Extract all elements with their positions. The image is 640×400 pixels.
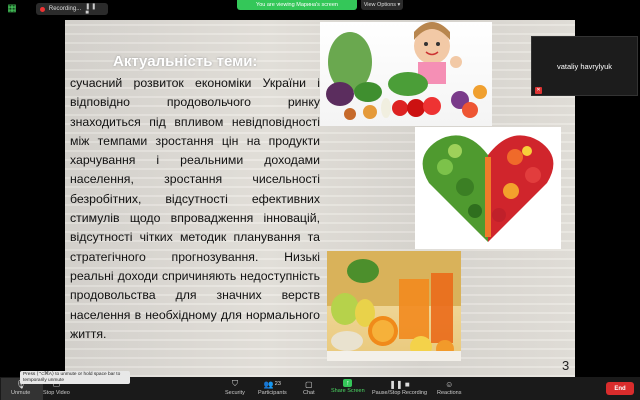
chat-label: Chat — [303, 390, 315, 396]
pause-stop-icon: ❚❚ ■ — [389, 379, 410, 389]
stop-video-label: Stop Video — [43, 390, 70, 396]
slide-page-number: 3 — [562, 358, 570, 373]
participants-label: Participants — [258, 390, 287, 396]
participants-count: 23 — [274, 381, 281, 387]
reactions-label: Reactions — [437, 390, 462, 396]
slide-title: Актуальність теми: — [113, 53, 258, 70]
slide-body-text: сучасний розвиток економіки України і ві… — [70, 76, 320, 341]
viewing-banner: You are viewing Марина's screen — [237, 0, 357, 10]
smiley-plus-icon: ☺ — [445, 379, 454, 389]
grid-icon[interactable]: ▦ — [6, 3, 18, 15]
participants-button[interactable]: 👥 23 Participants — [258, 379, 287, 397]
reactions-button[interactable]: ☺ Reactions — [437, 379, 462, 397]
pause-stop-recording-button[interactable]: ❚❚ ■ Pause/Stop Recording — [372, 379, 428, 397]
recording-indicator[interactable]: Recording... ❚❚ ■ — [36, 3, 108, 16]
security-label: Security — [225, 390, 245, 396]
share-screen-icon: ↑ — [343, 379, 353, 387]
security-button[interactable]: ⛉ Security — [225, 379, 245, 396]
chat-button[interactable]: ▢ Chat — [303, 379, 315, 397]
unmute-tooltip: Press ⟨⌥⌘A⟩ to unmute or hold space bar … — [20, 371, 130, 384]
participant-video-tile[interactable]: vataliy havrylyuk ✕ — [531, 36, 638, 96]
chat-bubble-icon: ▢ — [305, 379, 313, 389]
shared-slide: Актуальність теми: сучасний розвиток еко… — [65, 20, 575, 377]
unmute-label: Unmute — [11, 390, 31, 396]
pause-stop-recording-label: Pause/Stop Recording — [372, 390, 428, 396]
record-dot-icon — [40, 6, 45, 12]
child-with-vegetables-image — [320, 22, 492, 126]
recording-controls[interactable]: ❚❚ ■ — [85, 3, 104, 16]
juice-and-fruit-image — [327, 251, 461, 361]
shield-icon: ⛉ — [231, 379, 238, 388]
end-meeting-button[interactable]: End — [606, 382, 634, 395]
participant-name: vataliy havrylyuk — [556, 62, 613, 71]
fruit-vegetable-heart-image — [415, 127, 561, 249]
share-screen-label: Share Screen — [331, 388, 365, 394]
participants-icon: 👥 23 — [263, 379, 281, 389]
muted-mic-icon: ✕ — [535, 87, 542, 94]
view-options-button[interactable]: View Options ▾ — [361, 0, 403, 10]
share-screen-button[interactable]: ↑ Share Screen — [331, 379, 365, 394]
viewing-banner-text: You are viewing Марина's screen — [256, 2, 338, 8]
recording-label: Recording... — [48, 6, 82, 12]
